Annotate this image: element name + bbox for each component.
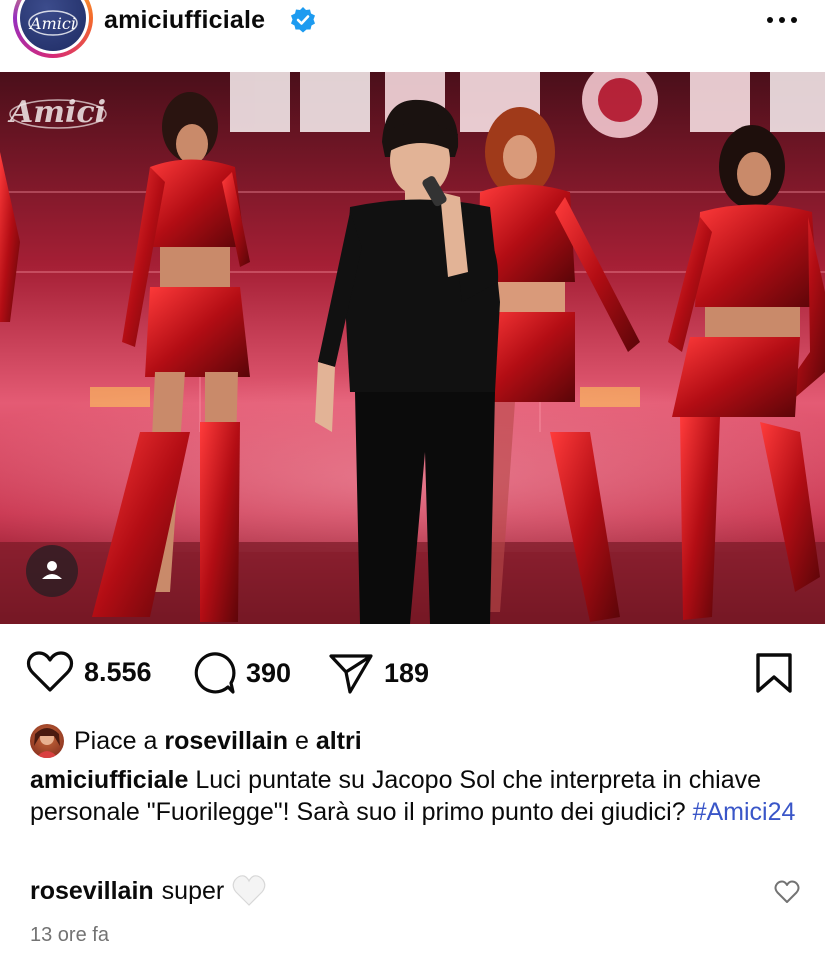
comment-text: super bbox=[161, 876, 225, 905]
likes-count: 8.556 bbox=[84, 656, 152, 687]
post-username[interactable]: amiciufficiale bbox=[104, 6, 265, 35]
post-header: Amici amiciufficiale bbox=[0, 0, 825, 72]
post-timestamp: 13 ore fa bbox=[30, 924, 109, 946]
more-options-icon[interactable] bbox=[760, 2, 804, 32]
comments-count: 390 bbox=[246, 657, 292, 688]
shares-count: 189 bbox=[384, 657, 430, 688]
comment-like-heart-icon[interactable] bbox=[774, 879, 800, 905]
likes-prefix: Piace a bbox=[74, 726, 158, 755]
user-tag-button[interactable] bbox=[26, 545, 78, 597]
action-bar: 8.556 390 189 bbox=[0, 640, 825, 704]
comment-icon[interactable] bbox=[190, 650, 236, 696]
share-action[interactable]: 189 bbox=[328, 650, 429, 696]
liker-username[interactable]: rosevillain bbox=[164, 727, 288, 756]
white-heart-emoji-icon bbox=[232, 875, 266, 906]
amici-watermark: Amici bbox=[7, 95, 107, 130]
account-avatar[interactable]: Amici bbox=[13, 0, 93, 58]
likes-connector: e bbox=[294, 726, 309, 755]
like-action[interactable]: 8.556 bbox=[26, 650, 152, 694]
share-icon[interactable] bbox=[328, 650, 374, 696]
caption-username[interactable]: amiciufficiale bbox=[30, 766, 188, 794]
verified-badge-icon bbox=[291, 7, 315, 33]
comment-action[interactable]: 390 bbox=[190, 650, 291, 696]
comment-row: rosevillain super bbox=[30, 872, 810, 910]
avatar-logo-text: Amici bbox=[28, 14, 76, 33]
amici-logo: Amici bbox=[20, 0, 86, 51]
likes-others[interactable]: altri bbox=[316, 727, 362, 756]
post-caption: amiciufficiale Luci puntate su Jacopo So… bbox=[30, 764, 810, 828]
bookmark-icon[interactable] bbox=[754, 652, 794, 694]
user-tag-icon bbox=[42, 561, 62, 579]
post-photo[interactable]: Amici bbox=[0, 72, 825, 624]
comment-username[interactable]: rosevillain bbox=[30, 877, 154, 906]
caption-hashtag[interactable]: #Amici24 bbox=[693, 798, 796, 826]
liked-by-line[interactable]: Piace a rosevillain e altri bbox=[30, 722, 362, 760]
heart-icon[interactable] bbox=[26, 650, 74, 694]
save-action[interactable] bbox=[754, 652, 794, 694]
liker-avatar[interactable] bbox=[30, 724, 64, 758]
